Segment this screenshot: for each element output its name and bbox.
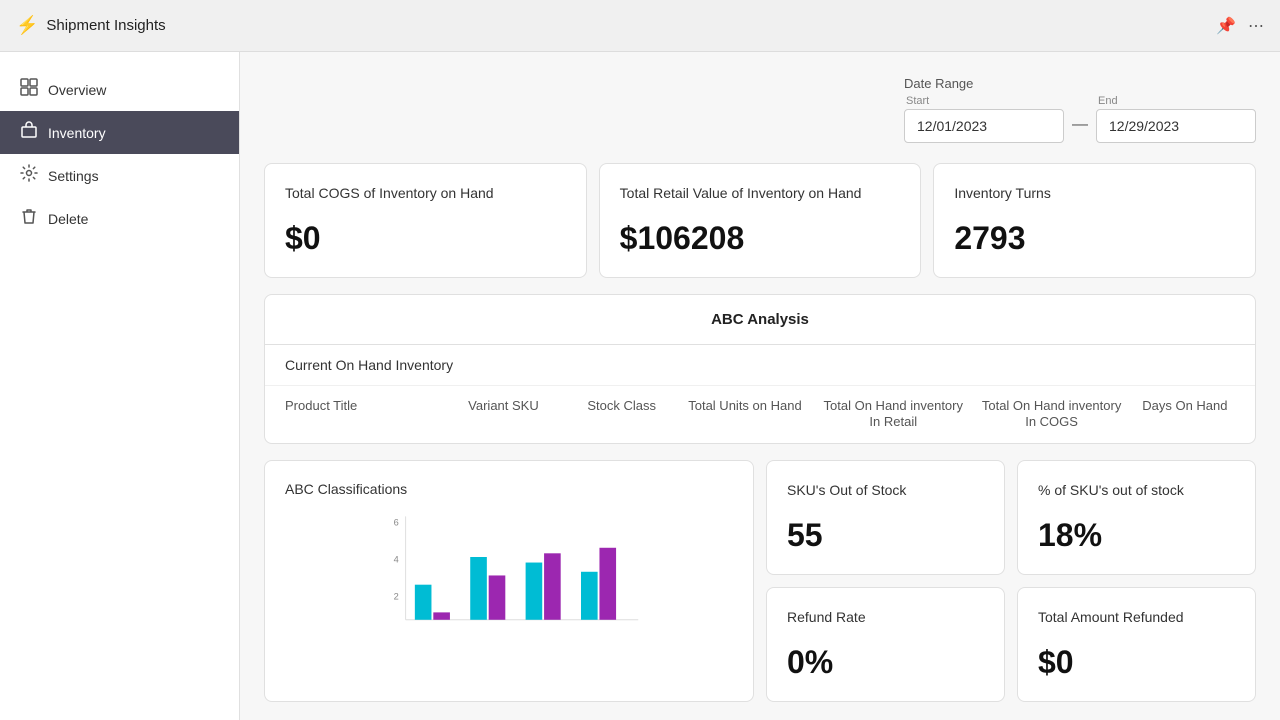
col-total-units: Total Units on Hand <box>680 398 810 432</box>
sidebar-item-settings[interactable]: Settings <box>0 154 239 197</box>
kpi-label-refund-rate: Refund Rate <box>787 608 984 628</box>
topbar-right: 📌 ⋯ <box>1216 16 1264 36</box>
more-options-icon[interactable]: ⋯ <box>1248 16 1264 36</box>
inventory-table-headers: Product Title Variant SKU Stock Class To… <box>265 386 1255 444</box>
kpi-value-pct-skus: 18% <box>1038 517 1235 554</box>
app-title: Shipment Insights <box>46 17 165 34</box>
start-label: Start <box>904 95 1064 107</box>
app-logo-icon: ⚡ <box>16 15 38 36</box>
kpi-value-total-retail: $106208 <box>620 220 901 257</box>
col-on-hand-retail: Total On Hand inventory In Retail <box>818 398 968 432</box>
right-kpi-top: SKU's Out of Stock 55 % of SKU's out of … <box>766 460 1256 575</box>
col-on-hand-cogs: Total On Hand inventory In COGS <box>976 398 1126 432</box>
kpi-card-total-cogs: Total COGS of Inventory on Hand $0 <box>264 163 587 278</box>
kpi-value-total-cogs: $0 <box>285 220 566 257</box>
kpi-label-pct-skus: % of SKU's out of stock <box>1038 481 1235 501</box>
sidebar-label-inventory: Inventory <box>48 125 106 141</box>
settings-icon <box>20 164 38 187</box>
layout: Overview Inventory Settings Delete Dat <box>0 52 1280 720</box>
col-product-title: Product Title <box>285 398 435 432</box>
sidebar-label-settings: Settings <box>48 168 99 184</box>
kpi-label-total-cogs: Total COGS of Inventory on Hand <box>285 184 566 204</box>
sidebar-label-overview: Overview <box>48 82 106 98</box>
sidebar-label-delete: Delete <box>48 211 88 227</box>
start-date-wrap: Start <box>904 95 1064 143</box>
main-content: Date Range Start — End Total COGS of Inv <box>240 52 1280 720</box>
kpi-value-total-refunded: $0 <box>1038 644 1235 681</box>
svg-text:2: 2 <box>394 592 399 602</box>
kpi-label-total-retail: Total Retail Value of Inventory on Hand <box>620 184 901 204</box>
col-days-on-hand: Days On Hand <box>1135 398 1235 432</box>
delete-icon <box>20 207 38 230</box>
inventory-icon <box>20 121 38 144</box>
kpi-card-pct-skus: % of SKU's out of stock 18% <box>1017 460 1256 575</box>
start-date-input[interactable] <box>904 109 1064 143</box>
bottom-section: ABC Classifications 6 4 2 <box>264 460 1256 701</box>
sidebar-item-inventory[interactable]: Inventory <box>0 111 239 154</box>
kpi-row: Total COGS of Inventory on Hand $0 Total… <box>264 163 1256 278</box>
topbar-left: ⚡ Shipment Insights <box>16 15 166 36</box>
right-kpi-cards: SKU's Out of Stock 55 % of SKU's out of … <box>766 460 1256 701</box>
abc-classifications-card: ABC Classifications 6 4 2 <box>264 460 754 701</box>
right-kpi-bottom: Refund Rate 0% Total Amount Refunded $0 <box>766 587 1256 702</box>
date-fields: Start — End <box>904 95 1256 143</box>
abc-analysis-subtitle: Current On Hand Inventory <box>265 345 1255 386</box>
svg-text:6: 6 <box>394 518 399 528</box>
kpi-card-total-retail: Total Retail Value of Inventory on Hand … <box>599 163 922 278</box>
end-label: End <box>1096 95 1256 107</box>
kpi-value-skus-out: 55 <box>787 517 984 554</box>
end-date-input[interactable] <box>1096 109 1256 143</box>
date-range-label: Date Range <box>904 76 1256 91</box>
kpi-value-inventory-turns: 2793 <box>954 220 1235 257</box>
svg-text:4: 4 <box>394 555 399 565</box>
sidebar-item-delete[interactable]: Delete <box>0 197 239 240</box>
col-variant-sku: Variant SKU <box>443 398 563 432</box>
kpi-label-total-refunded: Total Amount Refunded <box>1038 608 1235 628</box>
kpi-card-skus-out: SKU's Out of Stock 55 <box>766 460 1005 575</box>
kpi-value-refund-rate: 0% <box>787 644 984 681</box>
abc-classifications-label: ABC Classifications <box>285 481 733 497</box>
date-dash: — <box>1072 116 1088 134</box>
col-stock-class: Stock Class <box>572 398 672 432</box>
kpi-label-skus-out: SKU's Out of Stock <box>787 481 984 501</box>
topbar: ⚡ Shipment Insights 📌 ⋯ <box>0 0 1280 52</box>
kpi-label-inventory-turns: Inventory Turns <box>954 184 1235 204</box>
date-range-group: Date Range Start — End <box>904 76 1256 143</box>
pin-icon[interactable]: 📌 <box>1216 16 1236 36</box>
abc-analysis-section: ABC Analysis Current On Hand Inventory P… <box>264 294 1256 445</box>
kpi-card-inventory-turns: Inventory Turns 2793 <box>933 163 1256 278</box>
sidebar: Overview Inventory Settings Delete <box>0 52 240 720</box>
end-date-wrap: End <box>1096 95 1256 143</box>
date-range-section: Date Range Start — End <box>264 76 1256 143</box>
kpi-card-refund-rate: Refund Rate 0% <box>766 587 1005 702</box>
kpi-card-total-refunded: Total Amount Refunded $0 <box>1017 587 1256 702</box>
abc-chart-area: 6 4 2 <box>285 509 733 629</box>
overview-icon <box>20 78 38 101</box>
abc-bar-chart: 6 4 2 <box>285 509 733 629</box>
sidebar-item-overview[interactable]: Overview <box>0 68 239 111</box>
abc-analysis-title: ABC Analysis <box>265 295 1255 345</box>
